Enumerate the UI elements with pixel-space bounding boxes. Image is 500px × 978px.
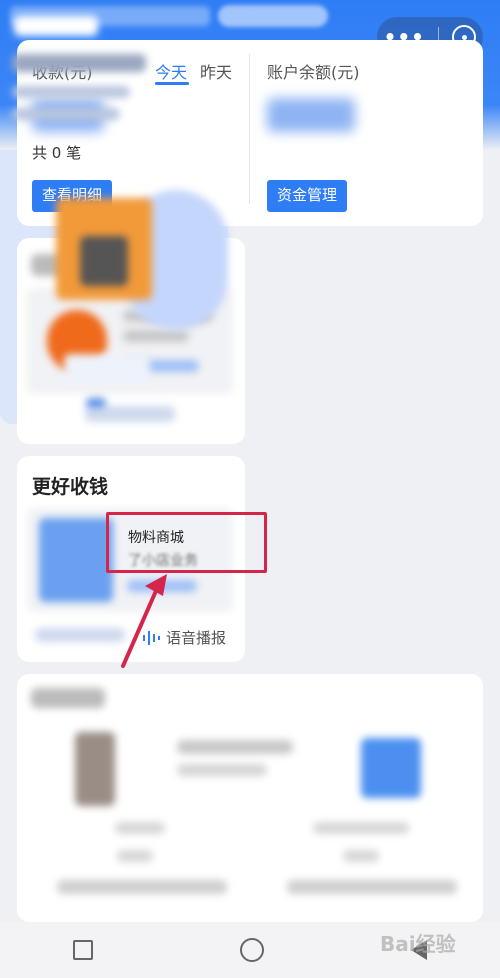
tab-today[interactable]: 今天	[155, 59, 187, 83]
sound-wave-icon	[143, 630, 160, 645]
divider	[249, 54, 250, 204]
blurred-pill	[218, 5, 328, 27]
blurred-line	[177, 764, 267, 776]
blurred-bottom-card[interactable]	[17, 674, 483, 922]
voice-broadcast-button[interactable]: 语音播报	[142, 627, 226, 648]
tab-today-underline	[155, 82, 189, 85]
blurred-line	[57, 880, 227, 894]
blurred-balance-amount	[267, 98, 355, 132]
blurred-indicator	[86, 398, 106, 408]
blurred-footer	[35, 628, 125, 642]
blurred-line	[313, 822, 409, 834]
highlight-box	[106, 512, 267, 573]
recent-apps-icon[interactable]	[73, 940, 94, 960]
blurred-line	[115, 822, 165, 834]
fund-management-button[interactable]: 资金管理	[267, 180, 348, 212]
transaction-count: 共 0 笔	[32, 144, 82, 162]
blurred-line	[343, 850, 379, 862]
blurred-badge	[14, 16, 98, 36]
blurred-line	[287, 880, 457, 894]
blurred-button	[64, 354, 150, 384]
blurred-heading	[12, 54, 146, 72]
voice-broadcast-label: 语音播报	[166, 629, 227, 647]
home-icon[interactable]	[239, 938, 264, 962]
blurred-line	[117, 850, 153, 862]
section-title: 更好收钱	[32, 476, 109, 498]
blurred-line	[177, 740, 293, 754]
blurred-icon-image	[361, 738, 421, 798]
blurred-card-title	[31, 688, 105, 708]
blurred-line	[12, 108, 120, 120]
person-image	[75, 732, 115, 806]
material-image	[39, 518, 113, 602]
pointer-arrow-icon	[121, 574, 167, 668]
qr-code-image	[80, 236, 128, 286]
blurred-line	[123, 330, 189, 342]
blurred-footer	[85, 406, 175, 422]
tab-yesterday[interactable]: 昨天	[200, 59, 232, 83]
watermark-logo: Bai经验	[380, 932, 456, 956]
balance-label: 账户余额(元)	[267, 63, 360, 82]
blurred-line	[12, 86, 130, 98]
